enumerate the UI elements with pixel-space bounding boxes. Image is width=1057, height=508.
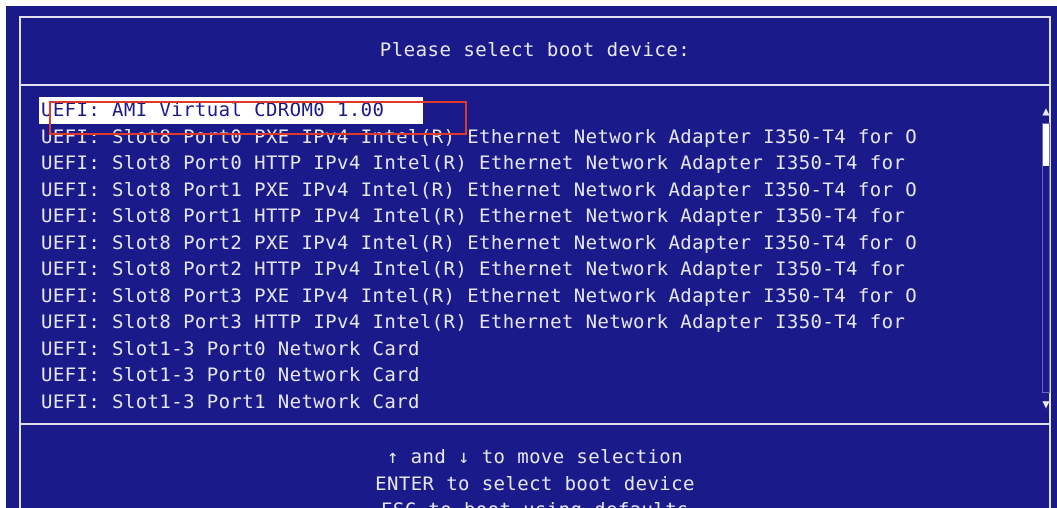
- boot-device-item[interactable]: UEFI: Slot8 Port2 PXE IPv4 Intel(R) Ethe…: [41, 230, 1031, 257]
- boot-device-item[interactable]: UEFI: Slot1-3 Port1 Network Card: [41, 389, 1031, 416]
- boot-menu-dialog: Please select boot device: UEFI: AMI Vir…: [19, 16, 1051, 508]
- boot-device-list[interactable]: UEFI: AMI Virtual CDROM0 1.00 UEFI: Slot…: [39, 97, 1031, 416]
- help-line-move: ↑ and ↓ to move selection: [387, 446, 683, 468]
- boot-device-item[interactable]: UEFI: Slot8 Port3 PXE IPv4 Intel(R) Ethe…: [41, 283, 1031, 310]
- help-line-enter: ENTER to select boot device: [375, 472, 695, 495]
- scrollbar[interactable]: ▲ ▼: [1039, 105, 1053, 410]
- boot-device-item[interactable]: UEFI: Slot8 Port1 PXE IPv4 Intel(R) Ethe…: [41, 177, 1031, 204]
- help-text: ↑ and ↓ to move selection ENTER to selec…: [21, 444, 1049, 508]
- annotation-highlight-box: [49, 101, 467, 135]
- boot-device-item[interactable]: UEFI: Slot8 Port2 HTTP IPv4 Intel(R) Eth…: [41, 256, 1031, 283]
- dialog-title: Please select boot device:: [379, 39, 691, 61]
- boot-device-item[interactable]: UEFI: Slot1-3 Port0 Network Card: [41, 362, 1031, 389]
- scroll-down-arrow-icon[interactable]: ▼: [1039, 398, 1053, 410]
- boot-device-item[interactable]: UEFI: Slot8 Port0 HTTP IPv4 Intel(R) Eth…: [41, 150, 1031, 177]
- boot-device-item[interactable]: UEFI: Slot1-3 Port0 Network Card: [41, 336, 1031, 363]
- title-divider: [21, 84, 1049, 86]
- help-divider: [21, 423, 1049, 425]
- boot-device-item[interactable]: UEFI: Slot8 Port1 HTTP IPv4 Intel(R) Eth…: [41, 203, 1031, 230]
- bios-screen: Please select boot device: UEFI: AMI Vir…: [6, 6, 1057, 508]
- help-line-esc: ESC to boot using defaults: [21, 497, 1049, 508]
- boot-device-item[interactable]: UEFI: Slot8 Port3 HTTP IPv4 Intel(R) Eth…: [41, 309, 1031, 336]
- scroll-up-arrow-icon[interactable]: ▲: [1039, 105, 1053, 117]
- scroll-track[interactable]: [1042, 123, 1050, 393]
- scroll-thumb[interactable]: [1043, 124, 1049, 166]
